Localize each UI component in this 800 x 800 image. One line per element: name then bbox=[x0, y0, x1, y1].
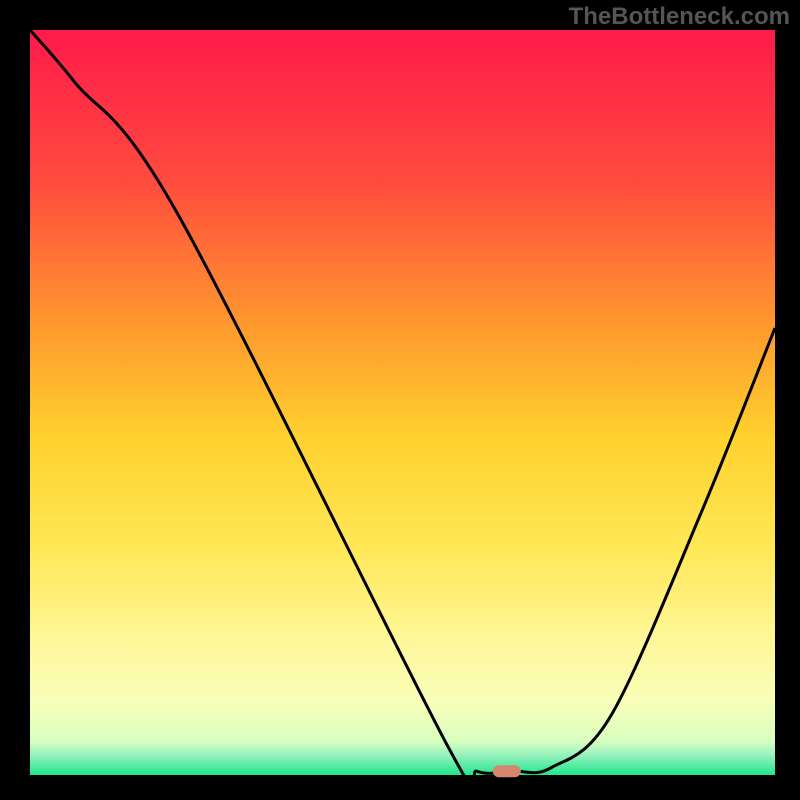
chart-background bbox=[30, 30, 775, 775]
bottleneck-chart bbox=[0, 0, 800, 800]
chart-container: TheBottleneck.com bbox=[0, 0, 800, 800]
optimal-marker bbox=[493, 765, 521, 777]
watermark-text: TheBottleneck.com bbox=[569, 3, 790, 31]
